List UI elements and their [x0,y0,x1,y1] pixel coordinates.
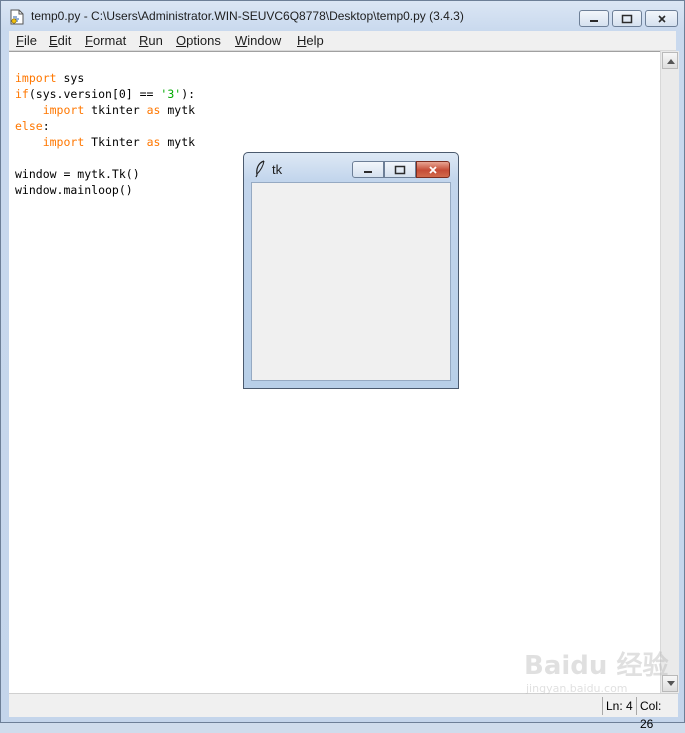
arrow-up-icon [667,59,675,64]
menu-bar: File Edit Format Run Options Window Help [9,31,676,51]
close-icon [657,14,666,23]
menu-edit[interactable]: Edit [49,33,71,48]
code-line-3: import tkinter as mytk [42,103,196,117]
watermark-subtext: jingyan.baidu.com [525,682,628,695]
feather-icon [255,160,265,178]
minimize-icon [364,170,372,173]
maximize-icon [394,165,406,174]
close-button[interactable] [645,10,678,27]
title-bar[interactable]: temp0.py - C:\Users\Administrator.WIN-SE… [1,1,684,31]
menu-file[interactable]: File [16,33,37,48]
code-line-4: else: [15,119,50,133]
window-title: temp0.py - C:\Users\Administrator.WIN-SE… [31,9,464,23]
baidu-watermark: Baidu 经验 jingyan.baidu.com [520,640,670,705]
maximize-icon [621,14,633,23]
python-file-icon [10,9,24,25]
code-line-2: if(sys.version[0] == '3'): [15,87,196,101]
watermark-text: Baidu 经验 [524,650,668,681]
code-line-8: window.mainloop() [15,183,133,197]
scroll-up-button[interactable] [662,52,678,69]
baidu-paw-logo: Baidu 经验 jingyan.baidu.com [524,650,668,695]
tk-minimize-button[interactable] [352,161,384,178]
vertical-scrollbar[interactable] [660,51,679,693]
tk-window[interactable]: tk [243,152,459,389]
code-line-7: window = mytk.Tk() [15,167,140,181]
tk-window-title: tk [272,162,283,177]
tk-maximize-button[interactable] [384,161,416,178]
close-icon [429,165,437,174]
tk-close-button[interactable] [416,161,450,178]
menu-format[interactable]: Format [85,33,126,48]
menu-help[interactable]: Help [297,33,324,48]
code-text[interactable]: import sys if(sys.version[0] == '3'): im… [15,70,195,198]
code-line-5: import Tkinter as mytk [42,135,196,149]
menu-options[interactable]: Options [176,33,221,48]
tk-window-content[interactable] [251,182,451,381]
minimize-icon [590,19,598,22]
menu-window[interactable]: Window [235,33,281,48]
code-line-1: import sys [15,71,85,85]
minimize-button[interactable] [579,10,609,27]
menu-run[interactable]: Run [139,33,163,48]
maximize-button[interactable] [612,10,642,27]
